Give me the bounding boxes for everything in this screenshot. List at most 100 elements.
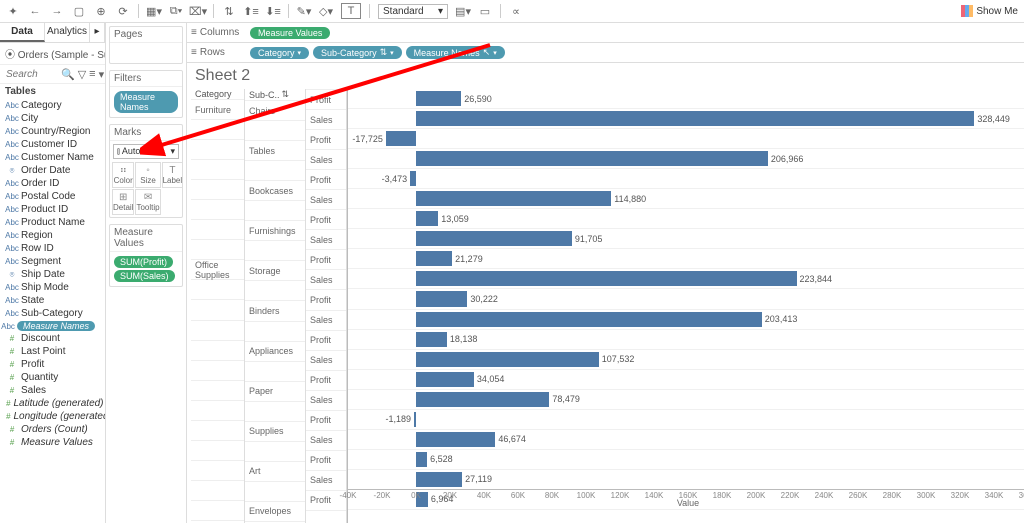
cards-icon[interactable]: ▤▾ (456, 4, 470, 18)
datasource-name[interactable]: ⦿ Orders (Sample - Super... (0, 43, 105, 65)
field-measure[interactable]: #Orders (Count) (4, 423, 105, 436)
search-icon[interactable]: 🔍 (61, 67, 75, 81)
label-icon[interactable]: T (341, 3, 361, 19)
field-dim[interactable]: AbcProduct Name (4, 216, 105, 229)
rows-pill-measurenames[interactable]: Measure Names↖▾ (406, 46, 505, 59)
bar[interactable] (416, 452, 427, 467)
header-subcategory[interactable]: Sub-C..⇅ (245, 89, 305, 101)
x-tick: 240K (815, 491, 834, 500)
rows-pill-category[interactable]: Category▾ (250, 47, 309, 59)
bar[interactable] (416, 271, 797, 286)
field-dim[interactable]: AbcSub-Category (4, 307, 105, 320)
field-dim[interactable]: AbcOrder ID (4, 177, 105, 190)
back-icon[interactable]: ← (28, 4, 42, 18)
field-measure[interactable]: #Profit (4, 358, 105, 371)
field-measure[interactable]: #Longitude (generated) (4, 410, 105, 423)
sheet-title[interactable]: Sheet 2 (187, 63, 1024, 89)
share-icon[interactable]: ∝ (509, 4, 523, 18)
field-measure[interactable]: #Discount (4, 332, 105, 345)
marks-color[interactable]: ⠶Color (112, 162, 134, 188)
rows-pill-subcategory[interactable]: Sub-Category⇅▾ (313, 46, 402, 59)
field-measure[interactable]: #Measure Values (4, 436, 105, 449)
tab-analytics[interactable]: Analytics (45, 23, 90, 42)
columns-pill[interactable]: Measure Values (250, 27, 330, 39)
field-dim[interactable]: AbcProduct ID (4, 203, 105, 216)
marks-label[interactable]: TLabel (162, 162, 184, 188)
fit-select[interactable]: Standard▾ (378, 4, 448, 19)
field-dim[interactable]: AbcRegion (4, 229, 105, 242)
field-dim[interactable]: AbcSegment (4, 255, 105, 268)
bar[interactable] (416, 432, 495, 447)
field-dim[interactable]: ⌾Order Date (4, 164, 105, 177)
save-icon[interactable]: ▢ (72, 4, 86, 18)
bar[interactable] (416, 352, 599, 367)
field-dim[interactable]: AbcCity (4, 112, 105, 125)
bar[interactable] (416, 111, 974, 126)
bar[interactable] (416, 231, 572, 246)
bar[interactable] (416, 312, 762, 327)
highlight-icon[interactable]: ✎▾ (297, 4, 311, 18)
field-dim[interactable]: AbcState (4, 294, 105, 307)
marks-tooltip[interactable]: ✉Tooltip (135, 189, 160, 215)
bar[interactable] (416, 91, 461, 106)
duplicate-icon[interactable]: ⧉▾ (169, 4, 183, 18)
bar[interactable] (416, 472, 462, 487)
field-measure[interactable]: #Last Point (4, 345, 105, 358)
tab-data[interactable]: Data (0, 23, 45, 42)
field-dim[interactable]: AbcCustomer ID (4, 138, 105, 151)
marks-detail[interactable]: ⊞Detail (112, 189, 134, 215)
refresh-icon[interactable]: ⟳ (116, 4, 130, 18)
mv-pill[interactable]: SUM(Profit) (114, 256, 173, 268)
field-measure-names[interactable]: AbcMeasure Names (0, 320, 105, 332)
bar-row: 21,279 (348, 249, 1024, 269)
filter-icon[interactable]: ▽ (78, 67, 86, 81)
menu-icon[interactable]: ≡ (89, 67, 95, 81)
sort-asc-icon[interactable]: ⬆≡ (244, 4, 258, 18)
header-category[interactable]: Category (191, 89, 244, 100)
logo-icon[interactable]: ✦ (6, 4, 20, 18)
clear-icon[interactable]: ⌧▾ (191, 4, 205, 18)
bar[interactable] (416, 211, 438, 226)
new-sheet-icon[interactable]: ▦▾ (147, 4, 161, 18)
mv-pill[interactable]: SUM(Sales) (114, 270, 175, 282)
field-dim[interactable]: AbcCountry/Region (4, 125, 105, 138)
field-measure[interactable]: #Sales (4, 384, 105, 397)
bar[interactable] (416, 291, 467, 306)
swap-icon[interactable]: ⇅ (222, 4, 236, 18)
field-dim[interactable]: AbcPostal Code (4, 190, 105, 203)
bar[interactable] (416, 151, 768, 166)
bar[interactable] (386, 131, 416, 146)
bar[interactable] (414, 412, 416, 427)
field-dim[interactable]: AbcCustomer Name (4, 151, 105, 164)
rows-shelf[interactable]: ≡Rows Category▾ Sub-Category⇅▾ Measure N… (187, 43, 1024, 63)
field-measure[interactable]: #Quantity (4, 371, 105, 384)
show-me-button[interactable]: Show Me (961, 5, 1018, 17)
present-icon[interactable]: ▭ (478, 4, 492, 18)
marks-size[interactable]: ◦Size (135, 162, 160, 188)
x-tick: 120K (611, 491, 630, 500)
bar[interactable] (416, 332, 447, 347)
bar[interactable] (416, 372, 474, 387)
bar[interactable] (416, 251, 452, 266)
forward-icon[interactable]: → (50, 4, 64, 18)
dropdown-icon[interactable]: ▾ (99, 67, 105, 81)
bar-label: 46,674 (498, 434, 526, 444)
group-icon[interactable]: ◇▾ (319, 4, 333, 18)
columns-shelf[interactable]: ≡Columns Measure Values (187, 23, 1024, 43)
search-input[interactable] (4, 68, 58, 81)
bar[interactable] (416, 392, 549, 407)
field-dim[interactable]: AbcRow ID (4, 242, 105, 255)
filter-pill[interactable]: Measure Names (114, 91, 178, 113)
field-dim[interactable]: AbcShip Mode (4, 281, 105, 294)
bar-row: 26,590 (348, 89, 1024, 109)
bar[interactable] (416, 191, 611, 206)
marks-type-select[interactable]: ⫾ Automatic▾ (113, 144, 179, 159)
bar[interactable] (410, 171, 416, 186)
tab-collapse-icon[interactable]: ▸ (90, 23, 105, 42)
sort-desc-icon[interactable]: ⬇≡ (266, 4, 280, 18)
bar-label: 328,449 (977, 114, 1010, 124)
field-dim[interactable]: AbcCategory (4, 99, 105, 112)
field-dim[interactable]: ⌾Ship Date (4, 268, 105, 281)
field-measure[interactable]: #Latitude (generated) (4, 397, 105, 410)
new-data-icon[interactable]: ⊕ (94, 4, 108, 18)
